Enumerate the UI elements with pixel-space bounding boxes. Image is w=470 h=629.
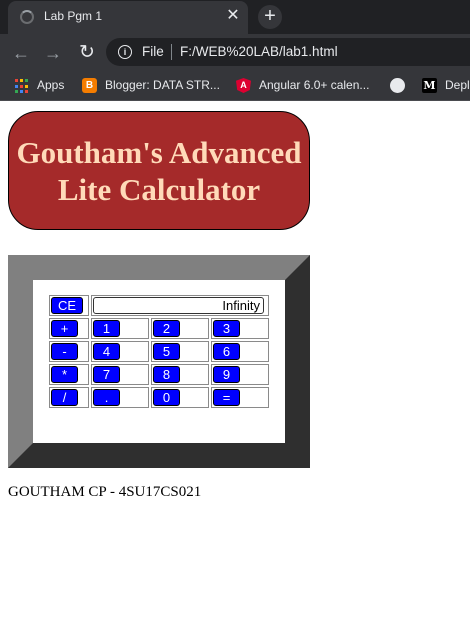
bookmark-label: Apps	[37, 78, 65, 92]
address-divider	[171, 44, 172, 60]
key-cell: 7	[91, 364, 149, 385]
medium-icon: M	[422, 78, 437, 93]
page-title: Goutham's Advanced Lite Calculator	[9, 134, 309, 208]
scheme-label: File	[142, 44, 164, 59]
plus-button[interactable]: +	[51, 320, 78, 337]
digit-0-button[interactable]: 0	[153, 389, 180, 406]
minus-button[interactable]: -	[51, 343, 78, 360]
key-cell: /	[49, 387, 89, 408]
multiply-button[interactable]: *	[51, 366, 78, 383]
browser-tab[interactable]: Lab Pgm 1 ✕	[8, 1, 248, 34]
page-title-line-2: Lite Calculator	[57, 172, 261, 207]
globe-icon	[390, 78, 405, 93]
key-cell: =	[211, 387, 269, 408]
bookmark-label: Blogger: DATA STR...	[105, 78, 220, 92]
bookmark-label: Depl	[445, 78, 470, 92]
clear-cell: CE	[49, 295, 89, 316]
digit-6-button[interactable]: 6	[213, 343, 240, 360]
key-cell: 6	[211, 341, 269, 362]
digit-1-button[interactable]: 1	[93, 320, 120, 337]
digit-2-button[interactable]: 2	[153, 320, 180, 337]
calculator-frame: CE + 1 2 3 - 4 5 6 * 7 8 9 / . 0 =	[8, 255, 310, 468]
equals-button[interactable]: =	[213, 389, 240, 406]
new-tab-button[interactable]: +	[258, 5, 282, 29]
page-heading-box: Goutham's Advanced Lite Calculator	[8, 111, 310, 230]
key-cell: 2	[151, 318, 209, 339]
key-cell: *	[49, 364, 89, 385]
close-tab-icon[interactable]: ✕	[224, 7, 242, 25]
tab-title: Lab Pgm 1	[44, 9, 103, 23]
digit-3-button[interactable]: 3	[213, 320, 240, 337]
decimal-point-button[interactable]: .	[93, 389, 120, 406]
key-cell: 5	[151, 341, 209, 362]
address-bar[interactable]: i File F:/WEB%20LAB/lab1.html	[106, 38, 470, 66]
blogger-icon: B	[82, 78, 97, 93]
page-loading-icon	[20, 10, 34, 24]
author-footer: GOUTHAM CP - 4SU17CS021	[8, 484, 202, 500]
digit-5-button[interactable]: 5	[153, 343, 180, 360]
page-title-line-1: Goutham's Advanced	[16, 135, 302, 170]
apps-grid-icon	[14, 78, 31, 95]
bookmark-label: Angular 6.0+ calen...	[259, 78, 370, 92]
key-cell: 1	[91, 318, 149, 339]
key-cell: 9	[211, 364, 269, 385]
angular-icon: A	[236, 78, 251, 93]
digit-4-button[interactable]: 4	[93, 343, 120, 360]
digit-8-button[interactable]: 8	[153, 366, 180, 383]
back-arrow-icon[interactable]: ←	[10, 42, 32, 64]
key-cell: 3	[211, 318, 269, 339]
browser-toolbar: ← → ↻ i File F:/WEB%20LAB/lab1.html	[0, 34, 470, 70]
digit-9-button[interactable]: 9	[213, 366, 240, 383]
site-info-icon[interactable]: i	[118, 45, 132, 59]
display-cell	[91, 295, 269, 316]
key-cell: .	[91, 387, 149, 408]
bookmarks-bar: Apps B Blogger: DATA STR... A Angular 6.…	[0, 70, 470, 101]
reload-icon[interactable]: ↻	[76, 42, 98, 64]
key-cell: 4	[91, 341, 149, 362]
key-cell: +	[49, 318, 89, 339]
digit-7-button[interactable]: 7	[93, 366, 120, 383]
key-cell: 0	[151, 387, 209, 408]
clear-button[interactable]: CE	[51, 297, 83, 314]
key-cell: 8	[151, 364, 209, 385]
calculator-display[interactable]	[93, 297, 264, 314]
calculator-table: CE + 1 2 3 - 4 5 6 * 7 8 9 / . 0 =	[47, 293, 271, 410]
tab-strip: Lab Pgm 1 ✕ +	[0, 0, 470, 34]
url-text[interactable]: F:/WEB%20LAB/lab1.html	[180, 44, 338, 59]
forward-arrow-icon[interactable]: →	[42, 42, 64, 64]
divide-button[interactable]: /	[51, 389, 78, 406]
key-cell: -	[49, 341, 89, 362]
